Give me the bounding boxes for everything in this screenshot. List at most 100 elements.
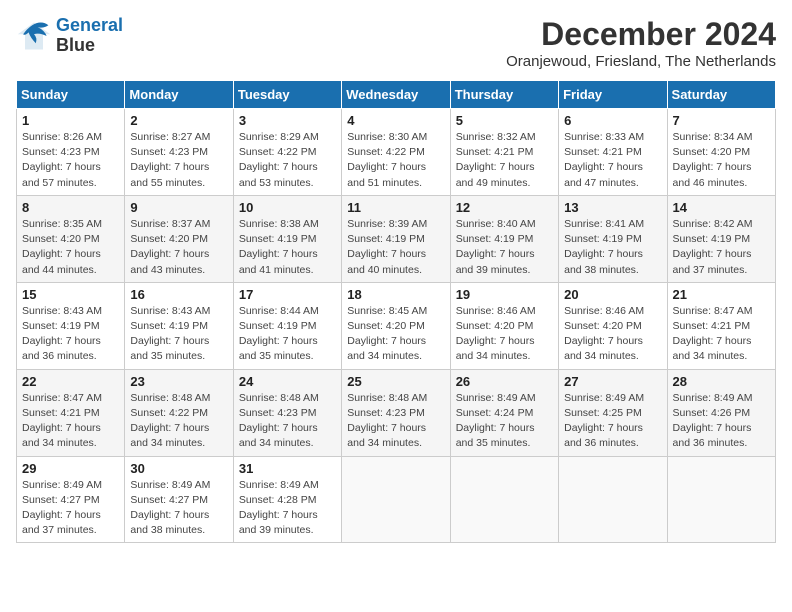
calendar-day-cell: 21 Sunrise: 8:47 AMSunset: 4:21 PMDayligh… — [667, 282, 775, 369]
logo-line2: Blue — [56, 36, 123, 56]
day-number: 7 — [673, 113, 770, 128]
calendar-day-cell: 24 Sunrise: 8:48 AMSunset: 4:23 PMDayligh… — [233, 369, 341, 456]
calendar-day-cell: 18 Sunrise: 8:45 AMSunset: 4:20 PMDayligh… — [342, 282, 450, 369]
logo-text: General Blue — [56, 16, 123, 56]
day-number: 29 — [22, 461, 119, 476]
month-year-title: December 2024 — [506, 16, 776, 53]
day-info: Sunrise: 8:46 AMSunset: 4:20 PMDaylight:… — [456, 304, 553, 365]
calendar-day-cell: 30 Sunrise: 8:49 AMSunset: 4:27 PMDayligh… — [125, 456, 233, 543]
calendar-day-cell: 1 Sunrise: 8:26 AMSunset: 4:23 PMDaylight… — [17, 109, 125, 196]
day-number: 16 — [130, 287, 227, 302]
logo-line1: General — [56, 15, 123, 35]
day-info: Sunrise: 8:49 AMSunset: 4:26 PMDaylight:… — [673, 391, 770, 452]
day-of-week-header: Monday — [125, 81, 233, 109]
calendar-day-cell: 26Sunrise: 8:49 AMSunset: 4:24 PMDayligh… — [450, 369, 558, 456]
day-info: Sunrise: 8:48 AMSunset: 4:23 PMDaylight:… — [347, 391, 444, 452]
calendar-day-cell: 4 Sunrise: 8:30 AMSunset: 4:22 PMDaylight… — [342, 109, 450, 196]
day-info: Sunrise: 8:32 AMSunset: 4:21 PMDaylight:… — [456, 130, 553, 191]
day-info: Sunrise: 8:38 AMSunset: 4:19 PMDaylight:… — [239, 217, 336, 278]
day-info: Sunrise: 8:39 AMSunset: 4:19 PMDaylight:… — [347, 217, 444, 278]
day-number: 13 — [564, 200, 661, 215]
day-info: Sunrise: 8:47 AMSunset: 4:21 PMDaylight:… — [22, 391, 119, 452]
calendar-day-cell: 27 Sunrise: 8:49 AMSunset: 4:25 PMDayligh… — [559, 369, 667, 456]
day-number: 21 — [673, 287, 770, 302]
day-number: 25 — [347, 374, 444, 389]
day-info: Sunrise: 8:26 AMSunset: 4:23 PMDaylight:… — [22, 130, 119, 191]
calendar-day-cell: 8Sunrise: 8:35 AMSunset: 4:20 PMDaylight… — [17, 195, 125, 282]
calendar-day-cell: 5 Sunrise: 8:32 AMSunset: 4:21 PMDaylight… — [450, 109, 558, 196]
day-info: Sunrise: 8:43 AMSunset: 4:19 PMDaylight:… — [22, 304, 119, 365]
day-of-week-header: Thursday — [450, 81, 558, 109]
calendar-week-row: 29 Sunrise: 8:49 AMSunset: 4:27 PMDayligh… — [17, 456, 776, 543]
day-info: Sunrise: 8:33 AMSunset: 4:21 PMDaylight:… — [564, 130, 661, 191]
calendar-day-cell: 17 Sunrise: 8:44 AMSunset: 4:19 PMDayligh… — [233, 282, 341, 369]
calendar-week-row: 1 Sunrise: 8:26 AMSunset: 4:23 PMDaylight… — [17, 109, 776, 196]
location-subtitle: Oranjewoud, Friesland, The Netherlands — [506, 53, 776, 70]
day-number: 1 — [22, 113, 119, 128]
day-number: 3 — [239, 113, 336, 128]
day-of-week-header: Tuesday — [233, 81, 341, 109]
day-info: Sunrise: 8:44 AMSunset: 4:19 PMDaylight:… — [239, 304, 336, 365]
calendar-day-cell: 9Sunrise: 8:37 AMSunset: 4:20 PMDaylight… — [125, 195, 233, 282]
day-number: 20 — [564, 287, 661, 302]
day-number: 23 — [130, 374, 227, 389]
day-info: Sunrise: 8:46 AMSunset: 4:20 PMDaylight:… — [564, 304, 661, 365]
day-info: Sunrise: 8:43 AMSunset: 4:19 PMDaylight:… — [130, 304, 227, 365]
calendar-day-cell: 15Sunrise: 8:43 AMSunset: 4:19 PMDayligh… — [17, 282, 125, 369]
day-info: Sunrise: 8:47 AMSunset: 4:21 PMDaylight:… — [673, 304, 770, 365]
day-of-week-header: Friday — [559, 81, 667, 109]
day-number: 17 — [239, 287, 336, 302]
day-number: 26 — [456, 374, 553, 389]
calendar-day-cell: 10 Sunrise: 8:38 AMSunset: 4:19 PMDayligh… — [233, 195, 341, 282]
calendar-day-cell — [450, 456, 558, 543]
day-info: Sunrise: 8:49 AMSunset: 4:25 PMDaylight:… — [564, 391, 661, 452]
calendar-day-cell: 11 Sunrise: 8:39 AMSunset: 4:19 PMDayligh… — [342, 195, 450, 282]
day-info: Sunrise: 8:48 AMSunset: 4:22 PMDaylight:… — [130, 391, 227, 452]
day-number: 4 — [347, 113, 444, 128]
day-info: Sunrise: 8:42 AMSunset: 4:19 PMDaylight:… — [673, 217, 770, 278]
calendar-day-cell: 19 Sunrise: 8:46 AMSunset: 4:20 PMDayligh… — [450, 282, 558, 369]
day-number: 9 — [130, 200, 227, 215]
day-number: 24 — [239, 374, 336, 389]
title-block: December 2024 Oranjewoud, Friesland, The… — [506, 16, 776, 70]
day-number: 2 — [130, 113, 227, 128]
calendar-table: SundayMondayTuesdayWednesdayThursdayFrid… — [16, 80, 776, 543]
day-number: 19 — [456, 287, 553, 302]
day-number: 30 — [130, 461, 227, 476]
calendar-day-cell — [342, 456, 450, 543]
logo-icon — [16, 18, 52, 54]
day-number: 11 — [347, 200, 444, 215]
calendar-day-cell: 28 Sunrise: 8:49 AMSunset: 4:26 PMDayligh… — [667, 369, 775, 456]
day-info: Sunrise: 8:48 AMSunset: 4:23 PMDaylight:… — [239, 391, 336, 452]
day-number: 10 — [239, 200, 336, 215]
calendar-day-cell: 16 Sunrise: 8:43 AMSunset: 4:19 PMDayligh… — [125, 282, 233, 369]
day-of-week-header: Sunday — [17, 81, 125, 109]
day-info: Sunrise: 8:34 AMSunset: 4:20 PMDaylight:… — [673, 130, 770, 191]
day-number: 22 — [22, 374, 119, 389]
calendar-day-cell — [667, 456, 775, 543]
day-info: Sunrise: 8:30 AMSunset: 4:22 PMDaylight:… — [347, 130, 444, 191]
day-number: 14 — [673, 200, 770, 215]
day-number: 28 — [673, 374, 770, 389]
day-info: Sunrise: 8:35 AMSunset: 4:20 PMDaylight:… — [22, 217, 119, 278]
calendar-day-cell — [559, 456, 667, 543]
day-number: 27 — [564, 374, 661, 389]
calendar-day-cell: 23 Sunrise: 8:48 AMSunset: 4:22 PMDayligh… — [125, 369, 233, 456]
calendar-day-cell: 13Sunrise: 8:41 AMSunset: 4:19 PMDayligh… — [559, 195, 667, 282]
day-info: Sunrise: 8:49 AMSunset: 4:28 PMDaylight:… — [239, 478, 336, 539]
calendar-week-row: 15Sunrise: 8:43 AMSunset: 4:19 PMDayligh… — [17, 282, 776, 369]
day-info: Sunrise: 8:45 AMSunset: 4:20 PMDaylight:… — [347, 304, 444, 365]
day-number: 5 — [456, 113, 553, 128]
calendar-week-row: 22 Sunrise: 8:47 AMSunset: 4:21 PMDayligh… — [17, 369, 776, 456]
day-number: 31 — [239, 461, 336, 476]
day-number: 6 — [564, 113, 661, 128]
day-of-week-header: Wednesday — [342, 81, 450, 109]
calendar-day-cell: 20 Sunrise: 8:46 AMSunset: 4:20 PMDayligh… — [559, 282, 667, 369]
day-info: Sunrise: 8:40 AMSunset: 4:19 PMDaylight:… — [456, 217, 553, 278]
calendar-day-cell: 14 Sunrise: 8:42 AMSunset: 4:19 PMDayligh… — [667, 195, 775, 282]
day-info: Sunrise: 8:49 AMSunset: 4:27 PMDaylight:… — [130, 478, 227, 539]
day-number: 18 — [347, 287, 444, 302]
calendar-day-cell: 29Sunrise: 8:49 AMSunset: 4:27 PMDayligh… — [17, 456, 125, 543]
logo: General Blue — [16, 16, 123, 56]
calendar-day-cell: 6 Sunrise: 8:33 AMSunset: 4:21 PMDaylight… — [559, 109, 667, 196]
